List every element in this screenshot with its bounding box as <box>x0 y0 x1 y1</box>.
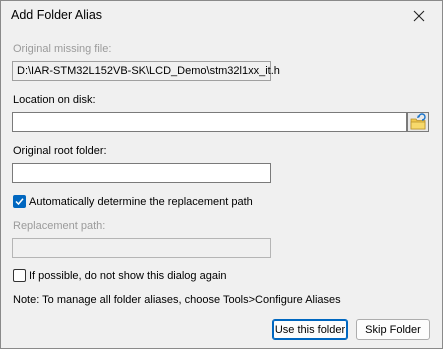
original-missing-file-label: Original missing file: <box>13 43 112 55</box>
auto-determine-label: Automatically determine the replacement … <box>29 196 253 208</box>
dont-show-again-label: If possible, do not show this dialog aga… <box>29 270 227 282</box>
dont-show-again-checkbox[interactable] <box>13 269 26 282</box>
auto-determine-checkbox[interactable] <box>13 195 26 208</box>
location-on-disk-label: Location on disk: <box>13 94 96 106</box>
skip-folder-button[interactable]: Skip Folder <box>356 319 430 340</box>
replacement-path-input[interactable] <box>12 238 271 258</box>
aliases-note: Note: To manage all folder aliases, choo… <box>13 294 341 306</box>
folder-browse-icon <box>410 113 426 130</box>
original-missing-file-value: D:\IAR-STM32L152VB-SK\LCD_Demo\stm32l1xx… <box>17 65 280 77</box>
original-root-folder-label: Original root folder: <box>13 145 107 157</box>
add-folder-alias-dialog: Add Folder Alias Original missing file: … <box>0 0 443 349</box>
original-root-folder-input[interactable] <box>12 163 271 183</box>
use-this-folder-button[interactable]: Use this folder <box>272 319 348 340</box>
close-button[interactable] <box>396 1 442 31</box>
title-bar: Add Folder Alias <box>1 1 442 31</box>
original-missing-file-field[interactable]: D:\IAR-STM32L152VB-SK\LCD_Demo\stm32l1xx… <box>12 61 280 81</box>
location-on-disk-input[interactable] <box>12 112 407 132</box>
dialog-title: Add Folder Alias <box>11 8 103 22</box>
close-icon <box>413 10 425 22</box>
checkmark-icon <box>15 198 24 206</box>
replacement-path-label: Replacement path: <box>13 220 106 232</box>
browse-button[interactable] <box>407 112 429 132</box>
